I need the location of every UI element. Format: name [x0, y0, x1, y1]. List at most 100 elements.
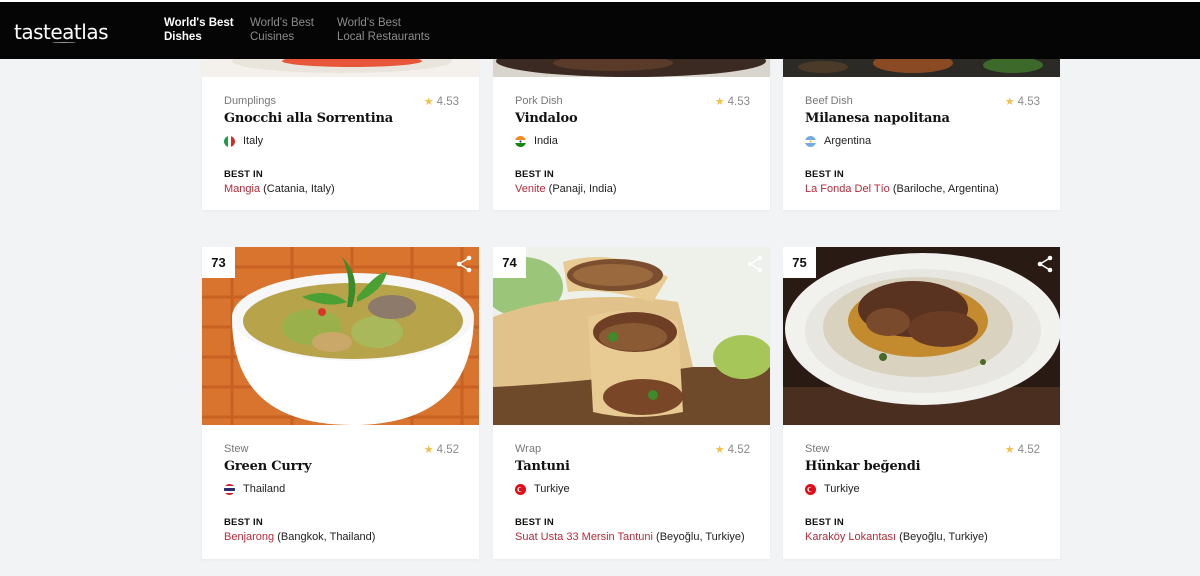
best-in-label: BEST IN [515, 517, 554, 528]
turkey-flag-icon [515, 483, 526, 495]
restaurant-location: (Bariloche, Argentina) [889, 183, 999, 195]
dish-rating: ★ 4.52 [715, 443, 750, 456]
dish-photo[interactable]: 75 [783, 247, 1060, 425]
card-body: Wrap ★ 4.52 Tantuni Turkiye BEST IN Suat … [515, 443, 750, 543]
rank-badge: 75 [783, 247, 816, 278]
nav-label-line2: Local Restaurants [337, 31, 430, 43]
restaurant-link[interactable]: Karaköy Lokantası [805, 531, 896, 543]
restaurant-location: (Beyoğlu, Turkiye) [896, 531, 988, 543]
dish-name[interactable]: Vindaloo [515, 111, 750, 126]
star-icon: ★ [1004, 444, 1015, 456]
star-icon: ★ [423, 96, 434, 108]
logo-swoosh [52, 42, 76, 44]
best-restaurant: Karaköy Lokantası (Beyoğlu, Turkiye) [805, 531, 1040, 543]
restaurant-link[interactable]: Benjarong [224, 531, 274, 543]
dish-card[interactable]: Beef Dish ★ 4.53 Milanesa napolitana Arge… [783, 59, 1060, 210]
country-name: Argentina [824, 135, 872, 147]
dish-country[interactable]: Turkiye [805, 483, 1040, 495]
restaurant-link[interactable]: Suat Usta 33 Mersin Tantuni [515, 531, 653, 543]
dish-rating: ★ 4.53 [1005, 95, 1040, 108]
country-name: India [534, 135, 558, 147]
country-name: Thailand [243, 483, 286, 495]
card-body: Stew ★ 4.52 Hünkar beğendi Turkiye BEST I… [805, 443, 1040, 543]
best-restaurant: La Fonda Del Tío (Bariloche, Argentina) [805, 183, 1040, 195]
dish-card[interactable]: Pork Dish ★ 4.53 Vindaloo India BEST IN V… [493, 59, 770, 210]
card-body: Beef Dish ★ 4.53 Milanesa napolitana Arge… [805, 95, 1040, 195]
restaurant-link[interactable]: La Fonda Del Tío [805, 183, 890, 195]
best-in-label: BEST IN [224, 517, 263, 528]
star-icon: ★ [423, 444, 434, 456]
nav-label-line2: Cuisines [250, 31, 295, 43]
share-icon[interactable] [455, 255, 473, 273]
share-icon[interactable] [746, 255, 764, 273]
dish-name[interactable]: Milanesa napolitana [805, 111, 1040, 126]
dish-name[interactable]: Green Curry [224, 459, 459, 474]
dish-country[interactable]: Thailand [224, 483, 459, 495]
rating-value: 4.52 [1017, 444, 1040, 456]
card-body: Stew ★ 4.52 Green Curry Thailand BEST IN … [224, 443, 459, 543]
rating-value: 4.53 [727, 96, 750, 108]
tasteatlas-logo[interactable]: tasteatlas [14, 20, 109, 44]
star-icon: ★ [714, 96, 725, 108]
star-icon: ★ [1004, 96, 1015, 108]
card-body: Pork Dish ★ 4.53 Vindaloo India BEST IN V… [515, 95, 750, 195]
best-in-label: BEST IN [515, 169, 554, 180]
dish-card[interactable]: 74 Wrap ★ 4.52 Tantuni Turkiye BEST IN Su… [493, 247, 770, 559]
dish-country[interactable]: Turkiye [515, 483, 750, 495]
dish-photo[interactable]: 74 [493, 247, 770, 425]
nav-label-line2: Dishes [164, 31, 202, 43]
best-restaurant: Suat Usta 33 Mersin Tantuni (Beyoğlu, Tu… [515, 531, 750, 543]
nav-label-line1: World's Best [250, 17, 314, 29]
rating-value: 4.52 [436, 444, 459, 456]
turkey-flag-icon [805, 483, 816, 495]
dish-rating: ★ 4.52 [1005, 443, 1040, 456]
india-flag-icon [515, 135, 526, 147]
dish-rating: ★ 4.53 [424, 95, 459, 108]
rating-value: 4.52 [727, 444, 750, 456]
star-icon: ★ [714, 444, 725, 456]
dish-name[interactable]: Gnocchi alla Sorrentina [224, 111, 459, 126]
dish-card[interactable]: 75 Stew ★ 4.52 Hünkar beğendi Turkiye BES… [783, 247, 1060, 559]
dish-rating: ★ 4.52 [424, 443, 459, 456]
nav-label-line1: World's Best [164, 17, 234, 29]
dish-country[interactable]: Italy [224, 135, 459, 147]
dish-photo[interactable] [493, 59, 770, 77]
restaurant-location: (Catania, Italy) [260, 183, 335, 195]
nav-worlds-best-cuisines[interactable]: World's Best Cuisines [250, 16, 345, 44]
top-navigation-bar: tasteatlas World's Best Dishes World's B… [0, 0, 1200, 59]
dish-photo[interactable] [202, 59, 479, 77]
dish-card[interactable]: 73 Stew ★ 4.52 Green Curry Thailand BEST … [202, 247, 479, 559]
country-name: Italy [243, 135, 264, 147]
best-in-label: BEST IN [805, 517, 844, 528]
best-in-label: BEST IN [224, 169, 263, 180]
restaurant-location: (Panaji, India) [545, 183, 617, 195]
restaurant-link[interactable]: Venite [515, 183, 546, 195]
nav-worlds-best-local-restaurants[interactable]: World's Best Local Restaurants [337, 16, 447, 44]
restaurant-location: (Beyoğlu, Turkiye) [652, 531, 745, 543]
argentina-flag-icon [805, 135, 816, 147]
rating-value: 4.53 [1017, 96, 1040, 108]
best-restaurant: Benjarong (Bangkok, Thailand) [224, 531, 459, 543]
restaurant-link[interactable]: Mangia [224, 183, 260, 195]
country-name: Turkiye [824, 483, 860, 495]
best-restaurant: Mangia (Catania, Italy) [224, 183, 459, 195]
dish-rating: ★ 4.53 [715, 95, 750, 108]
card-body: Dumplings ★ 4.53 Gnocchi alla Sorrentina … [224, 95, 459, 195]
restaurant-location: (Bangkok, Thailand) [274, 531, 376, 543]
italy-flag-icon [224, 135, 235, 147]
nav-label-line1: World's Best [337, 17, 401, 29]
dish-name[interactable]: Tantuni [515, 459, 750, 474]
best-in-label: BEST IN [805, 169, 844, 180]
share-icon[interactable] [1036, 255, 1054, 273]
rank-badge: 74 [493, 247, 526, 278]
dish-photo[interactable]: 73 [202, 247, 479, 425]
best-restaurant: Venite (Panaji, India) [515, 183, 750, 195]
dish-card[interactable]: Dumplings ★ 4.53 Gnocchi alla Sorrentina … [202, 59, 479, 210]
dish-photo[interactable] [783, 59, 1060, 77]
dish-name[interactable]: Hünkar beğendi [805, 459, 1040, 474]
thailand-flag-icon [224, 483, 235, 495]
dish-country[interactable]: Argentina [805, 135, 1040, 147]
dish-country[interactable]: India [515, 135, 750, 147]
rating-value: 4.53 [436, 96, 459, 108]
nav-worlds-best-dishes[interactable]: World's Best Dishes [164, 16, 259, 44]
